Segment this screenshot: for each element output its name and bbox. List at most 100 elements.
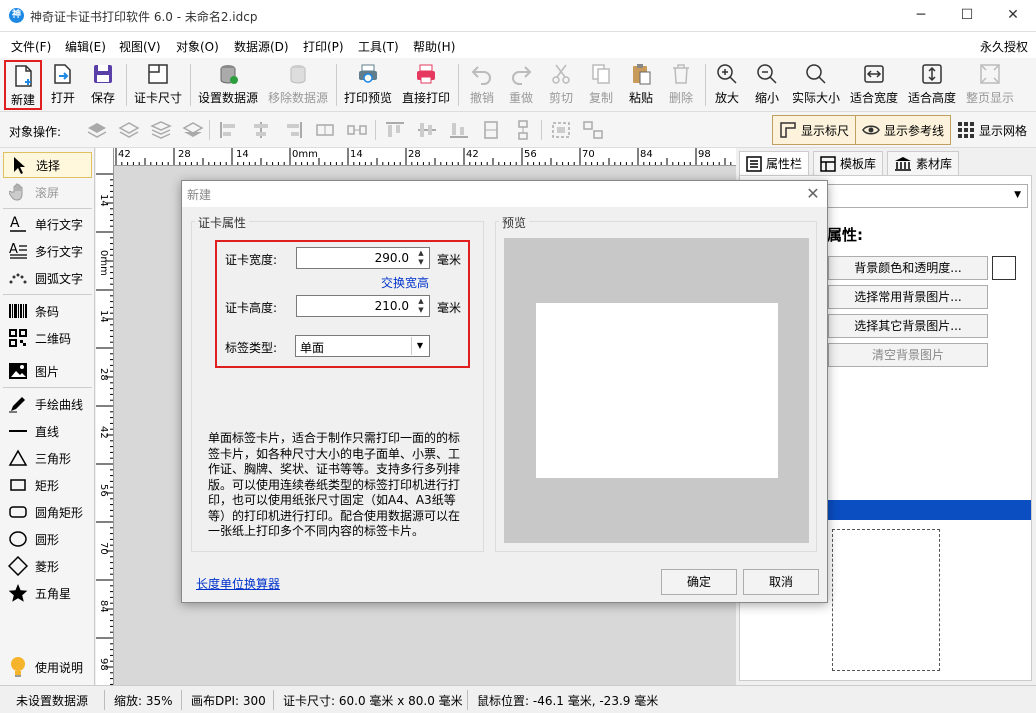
print-preview-button[interactable]: 打印预览 bbox=[342, 60, 394, 110]
tool-image[interactable]: 图片 bbox=[3, 358, 92, 384]
tab-materials[interactable]: 素材库 bbox=[887, 151, 960, 175]
layer-forward-icon[interactable] bbox=[118, 120, 140, 140]
set-datasource-button[interactable]: 设置数据源 bbox=[196, 60, 260, 110]
tool-line[interactable]: 直线 bbox=[3, 418, 92, 444]
align-left-icon[interactable] bbox=[218, 120, 240, 140]
layer-front-icon[interactable] bbox=[86, 120, 108, 140]
same-height-icon[interactable] bbox=[512, 120, 534, 140]
common-bg-image-button[interactable]: 选择常用背景图片... bbox=[828, 285, 988, 309]
align-right-icon[interactable] bbox=[282, 120, 304, 140]
save-button[interactable]: 保存 bbox=[85, 60, 121, 110]
fit-height-button[interactable]: 适合高度 bbox=[906, 60, 958, 110]
height-input[interactable]: 210.0 ▲ ▼ bbox=[296, 295, 430, 317]
show-guides-toggle[interactable]: 显示参考线 bbox=[855, 115, 952, 145]
layer-back-icon[interactable] bbox=[182, 120, 204, 140]
minimize-button[interactable]: ─ bbox=[898, 0, 944, 32]
menu-file[interactable]: 文件(F) bbox=[11, 38, 51, 55]
new-button[interactable]: 新建 bbox=[4, 60, 42, 110]
close-window-button[interactable]: ✕ bbox=[990, 0, 1036, 32]
zoom-out-button[interactable]: 缩小 bbox=[750, 60, 784, 110]
ungroup-icon[interactable] bbox=[582, 120, 604, 140]
dialog-close-button[interactable]: ✕ bbox=[802, 183, 824, 205]
tool-triangle[interactable]: 三角形 bbox=[3, 445, 92, 471]
actual-size-label: 实际大小 bbox=[791, 91, 840, 105]
undo-button[interactable]: 撤销 bbox=[464, 60, 500, 110]
tool-star[interactable]: 五角星 bbox=[3, 580, 92, 606]
redo-button[interactable]: 重做 bbox=[503, 60, 539, 110]
cancel-button[interactable]: 取消 bbox=[743, 569, 819, 595]
clear-bg-image-button[interactable]: 清空背景图片 bbox=[828, 343, 988, 367]
fit-width-button[interactable]: 适合宽度 bbox=[848, 60, 900, 110]
properties-heading: 属性: bbox=[827, 226, 863, 244]
zoom-in-button[interactable]: 放大 bbox=[710, 60, 744, 110]
tool-freehand-curve[interactable]: 手绘曲线 bbox=[3, 391, 92, 417]
v-tick-label: 42 bbox=[98, 426, 109, 439]
swap-dimensions-link[interactable]: 交换宽高 bbox=[381, 274, 429, 291]
license-label[interactable]: 永久授权 bbox=[980, 38, 1028, 55]
bg-color-swatch[interactable] bbox=[992, 256, 1016, 280]
paste-button[interactable]: 粘贴 bbox=[623, 60, 659, 110]
cut-button[interactable]: 剪切 bbox=[543, 60, 579, 110]
tool-multi-line-text[interactable]: A 多行文字 bbox=[3, 238, 92, 264]
same-width-icon[interactable] bbox=[346, 120, 368, 140]
card-size-button[interactable]: 证卡尺寸 bbox=[132, 60, 184, 110]
tool-label: 条码 bbox=[35, 304, 60, 319]
tool-diamond[interactable]: 菱形 bbox=[3, 553, 92, 579]
h-tick-label: 84 bbox=[640, 149, 653, 160]
tool-barcode[interactable]: 条码 bbox=[3, 298, 92, 324]
other-bg-image-button[interactable]: 选择其它背景图片... bbox=[828, 314, 988, 338]
eye-icon bbox=[862, 125, 880, 135]
show-grid-label: 显示网格 bbox=[979, 123, 1028, 138]
tool-circle[interactable]: 圆形 bbox=[3, 526, 92, 552]
remove-datasource-button[interactable]: 移除数据源 bbox=[266, 60, 330, 110]
tool-select[interactable]: 选择 bbox=[3, 152, 92, 178]
width-spinner[interactable]: ▲ ▼ bbox=[415, 249, 427, 267]
tool-arc-text[interactable]: 圆弧文字 bbox=[3, 265, 92, 291]
align-top-icon[interactable] bbox=[384, 120, 406, 140]
copy-button[interactable]: 复制 bbox=[583, 60, 619, 110]
tool-rounded-rectangle[interactable]: 圆角矩形 bbox=[3, 499, 92, 525]
menu-view[interactable]: 视图(V) bbox=[119, 38, 161, 55]
menu-tools[interactable]: 工具(T) bbox=[358, 38, 399, 55]
width-input[interactable]: 290.0 ▲ ▼ bbox=[296, 247, 430, 269]
menu-object[interactable]: 对象(O) bbox=[176, 38, 219, 55]
distribute-horizontal-icon[interactable] bbox=[314, 120, 336, 140]
menu-help[interactable]: 帮助(H) bbox=[413, 38, 455, 55]
ok-button[interactable]: 确定 bbox=[661, 569, 737, 595]
label-type-select[interactable]: 单面 ▼ bbox=[295, 335, 430, 357]
layer-backward-icon[interactable] bbox=[150, 120, 172, 140]
menu-datasource[interactable]: 数据源(D) bbox=[234, 38, 289, 55]
tab-properties[interactable]: 属性栏 bbox=[739, 151, 810, 175]
tool-label: 直线 bbox=[35, 424, 60, 439]
maximize-button[interactable]: ☐ bbox=[944, 0, 990, 32]
align-center-icon[interactable] bbox=[250, 120, 272, 140]
align-bottom-icon[interactable] bbox=[448, 120, 470, 140]
full-page-button[interactable]: 整页显示 bbox=[964, 60, 1016, 110]
show-ruler-toggle[interactable]: 显示标尺 bbox=[772, 115, 857, 145]
tab-templates[interactable]: 模板库 bbox=[813, 151, 884, 175]
show-grid-toggle[interactable]: 显示网格 bbox=[957, 115, 1027, 145]
distribute-vertical-icon[interactable] bbox=[480, 120, 502, 140]
height-unit: 毫米 bbox=[437, 301, 462, 315]
actual-size-button[interactable]: 实际大小 bbox=[790, 60, 842, 110]
menu-edit[interactable]: 编辑(E) bbox=[65, 38, 106, 55]
align-middle-icon[interactable] bbox=[416, 120, 438, 140]
tool-qrcode[interactable]: 二维码 bbox=[3, 325, 92, 351]
open-button[interactable]: 打开 bbox=[45, 60, 81, 110]
rounded-rectangle-icon bbox=[7, 502, 29, 522]
direct-print-button[interactable]: 直接打印 bbox=[400, 60, 452, 110]
bg-color-button[interactable]: 背景颜色和透明度... bbox=[828, 256, 988, 280]
help-button[interactable]: 使用说明 bbox=[3, 654, 92, 680]
status-dpi: 画布DPI: 300 bbox=[191, 694, 266, 708]
tool-rectangle[interactable]: 矩形 bbox=[3, 472, 92, 498]
menu-print[interactable]: 打印(P) bbox=[303, 38, 344, 55]
card-thumbnail[interactable] bbox=[832, 529, 940, 671]
group-icon[interactable] bbox=[550, 120, 572, 140]
app-logo-icon: 神 bbox=[9, 8, 24, 23]
panel-separator bbox=[3, 387, 92, 388]
tool-pan[interactable]: 滚屏 bbox=[3, 179, 92, 205]
delete-button[interactable]: 删除 bbox=[663, 60, 699, 110]
unit-converter-link[interactable]: 长度单位换算器 bbox=[196, 575, 280, 592]
height-spinner[interactable]: ▲ ▼ bbox=[415, 297, 427, 315]
tool-single-line-text[interactable]: A 单行文字 bbox=[3, 211, 92, 237]
